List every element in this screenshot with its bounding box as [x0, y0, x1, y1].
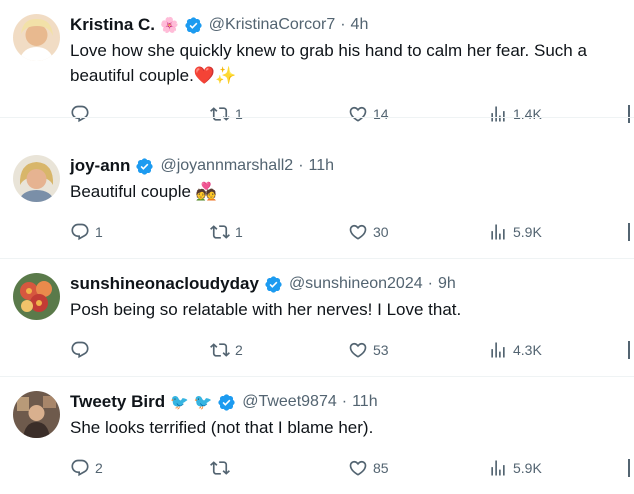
- avatar[interactable]: [13, 391, 60, 438]
- tweet-text-emoji: ❤️✨: [193, 66, 237, 86]
- reply-icon: [70, 458, 90, 478]
- share-icon: [628, 223, 630, 241]
- share-icon: [628, 459, 630, 477]
- reply-count: 2: [95, 460, 103, 476]
- display-name[interactable]: Kristina C.: [70, 15, 155, 35]
- views-button[interactable]: 5.9K: [488, 456, 542, 480]
- like-count: 14: [373, 106, 389, 122]
- verified-badge-icon: [264, 275, 283, 294]
- like-button[interactable]: 30: [348, 220, 389, 244]
- tweet-text-emoji: 💑: [195, 182, 217, 202]
- tweet-text-body: Beautiful couple: [70, 182, 191, 201]
- name-emoji: 🐦 🐦: [170, 393, 213, 411]
- action-bar: 1 1 30 5.9K: [70, 220, 634, 244]
- verified-badge-icon: [135, 157, 154, 176]
- share-icon: [628, 341, 630, 359]
- tweet-text: Love how she quickly knew to grab his ha…: [70, 38, 630, 89]
- like-count: 53: [373, 342, 389, 358]
- reply-button[interactable]: [70, 338, 95, 362]
- reply-button[interactable]: 2: [70, 456, 103, 480]
- reply-count: 1: [95, 224, 103, 240]
- like-count: 30: [373, 224, 389, 240]
- like-icon: [348, 222, 368, 242]
- views-count: 5.9K: [513, 460, 542, 476]
- user-handle[interactable]: @KristinaCorcor7: [209, 16, 336, 34]
- action-bar: 1 14 1.4K: [70, 102, 634, 126]
- timestamp[interactable]: 4h: [351, 16, 369, 34]
- avatar[interactable]: [13, 14, 60, 61]
- views-button[interactable]: 5.9K: [488, 220, 542, 244]
- retweet-count: 1: [235, 106, 243, 122]
- share-button[interactable]: [625, 220, 634, 244]
- verified-badge-icon: [217, 393, 236, 412]
- like-button[interactable]: 53: [348, 338, 389, 362]
- avatar[interactable]: [13, 273, 60, 320]
- like-icon: [348, 458, 368, 478]
- reply-button[interactable]: [70, 102, 95, 126]
- name-emoji: 🌸: [160, 16, 179, 34]
- views-button[interactable]: 4.3K: [488, 338, 542, 362]
- reply-icon: [70, 222, 90, 242]
- separator-dot: ·: [427, 275, 433, 292]
- tweet-text-body: She looks terrified (not that I blame he…: [70, 418, 374, 437]
- separator-dot: ·: [340, 16, 346, 33]
- like-icon: [348, 340, 368, 360]
- retweet-button[interactable]: 2: [210, 338, 243, 362]
- tweet[interactable]: joy-ann @joyannmarshall2 · 11h Beautiful…: [0, 141, 634, 259]
- views-count: 4.3K: [513, 342, 542, 358]
- retweet-icon: [210, 222, 230, 242]
- action-bar: 2 53 4.3K: [70, 338, 634, 362]
- verified-badge-icon: [184, 16, 203, 35]
- share-icon: [628, 105, 630, 123]
- views-icon: [488, 340, 508, 360]
- display-name[interactable]: sunshineonacloudyday: [70, 274, 259, 294]
- tweet-text-body: Posh being so relatable with her nerves!…: [70, 300, 462, 319]
- avatar[interactable]: [13, 155, 60, 202]
- display-name[interactable]: joy-ann: [70, 156, 130, 176]
- separator-dot: ·: [341, 393, 348, 410]
- display-name[interactable]: Tweety Bird: [70, 392, 165, 412]
- retweet-icon: [210, 340, 230, 360]
- views-button[interactable]: 1.4K: [488, 102, 542, 126]
- retweet-button[interactable]: 1: [210, 220, 243, 244]
- like-button[interactable]: 14: [348, 102, 389, 126]
- reply-button[interactable]: 1: [70, 220, 103, 244]
- tweet[interactable]: sunshineonacloudyday @sunshineon2024 · 9…: [0, 259, 634, 377]
- user-handle[interactable]: @sunshineon2024: [289, 275, 423, 293]
- share-button[interactable]: [625, 102, 634, 126]
- retweet-button[interactable]: 1: [210, 102, 243, 126]
- tweet-text: Posh being so relatable with her nerves!…: [70, 297, 630, 322]
- reply-icon: [70, 104, 90, 124]
- separator-dot: ·: [298, 157, 304, 174]
- tweet[interactable]: Kristina C. 🌸 @KristinaCorcor7 · 4h Love…: [0, 0, 634, 123]
- divider: [0, 117, 634, 118]
- views-icon: [488, 104, 508, 124]
- views-icon: [488, 458, 508, 478]
- retweet-button[interactable]: [210, 456, 235, 480]
- views-icon: [488, 222, 508, 242]
- user-handle[interactable]: @joyannmarshall2: [160, 157, 293, 175]
- action-bar: 2 85 5.9K: [70, 456, 634, 480]
- share-button[interactable]: [625, 338, 634, 362]
- views-count: 5.9K: [513, 224, 542, 240]
- timestamp[interactable]: 11h: [352, 393, 378, 411]
- views-count: 1.4K: [513, 106, 542, 122]
- retweet-icon: [210, 104, 230, 124]
- like-button[interactable]: 85: [348, 456, 389, 480]
- tweet-text: She looks terrified (not that I blame he…: [70, 415, 630, 440]
- timestamp[interactable]: 9h: [438, 275, 456, 293]
- tweet-text: Beautiful couple 💑: [70, 179, 630, 205]
- timestamp[interactable]: 11h: [309, 157, 335, 175]
- tweet-text-body: Love how she quickly knew to grab his ha…: [70, 41, 587, 85]
- retweet-icon: [210, 458, 230, 478]
- like-count: 85: [373, 460, 389, 476]
- retweet-count: 2: [235, 342, 243, 358]
- user-handle[interactable]: @Tweet9874: [242, 393, 337, 411]
- like-icon: [348, 104, 368, 124]
- reply-icon: [70, 340, 90, 360]
- tweet[interactable]: Tweety Bird 🐦 🐦 @Tweet9874 · 11h She loo…: [0, 377, 634, 494]
- share-button[interactable]: [625, 456, 634, 480]
- retweet-count: 1: [235, 224, 243, 240]
